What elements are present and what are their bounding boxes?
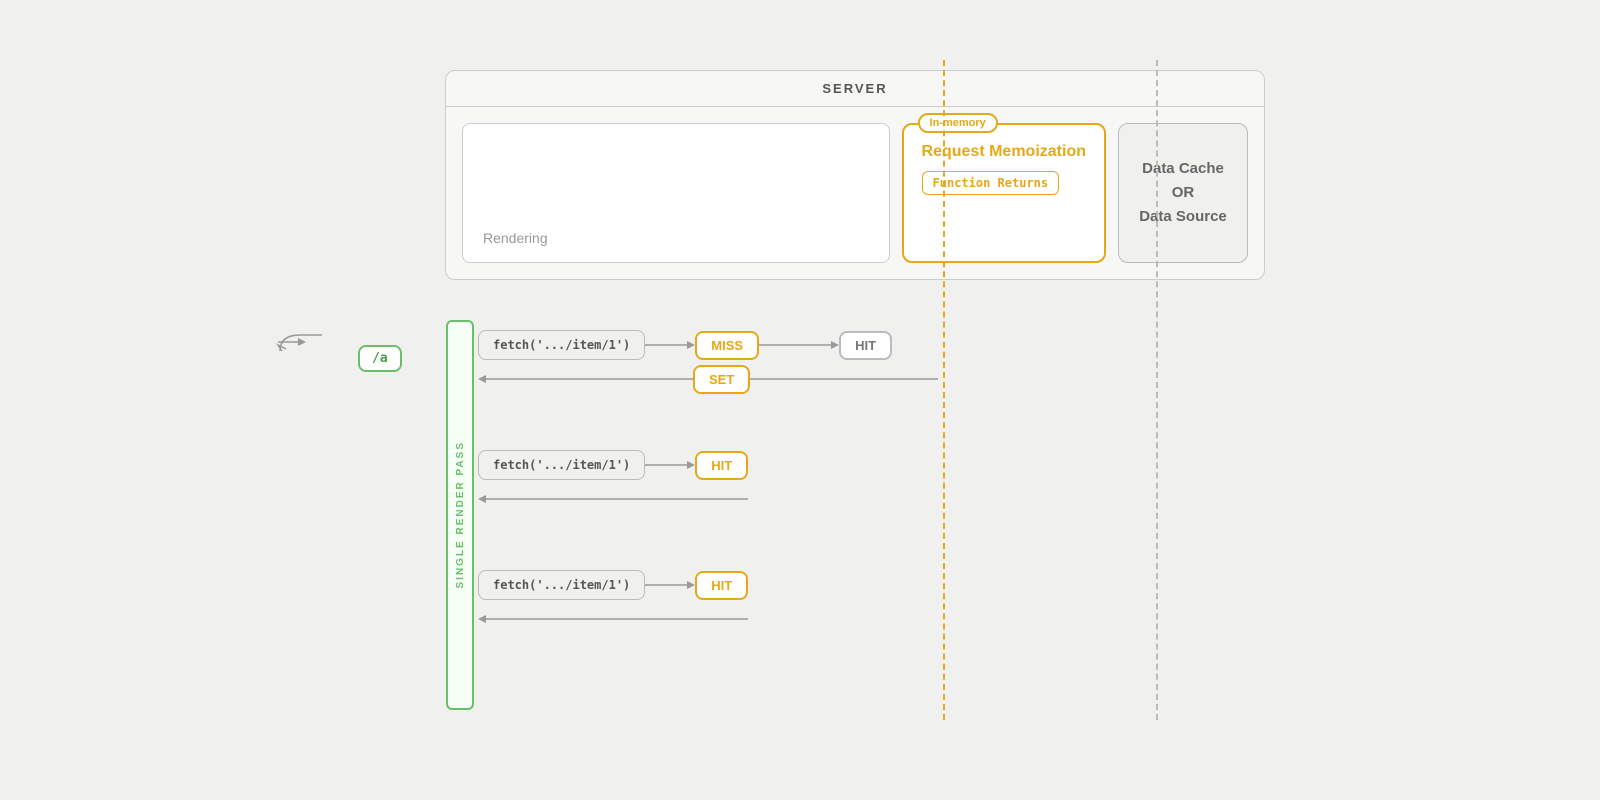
hit-badge-2: HIT (695, 451, 748, 480)
route-curve-arrow (270, 331, 330, 361)
return-row-2 (478, 492, 748, 506)
hit-badge-3: HIT (695, 571, 748, 600)
miss-badge: MISS (695, 331, 759, 360)
return-arrow-2 (478, 492, 748, 506)
return-arrow-3 (478, 612, 748, 626)
row-3: fetch('.../item/1') HIT (478, 570, 748, 600)
route-label: /a (358, 345, 402, 372)
memo-vertical-line (943, 60, 945, 720)
return-row-3 (478, 612, 748, 626)
row-1: fetch('.../item/1') MISS HIT (478, 330, 892, 360)
memoization-box: In-memory Request Memoization Function R… (902, 123, 1106, 263)
set-badge: SET (693, 365, 750, 394)
rendering-label: Rendering (483, 230, 869, 246)
set-row: SET (478, 372, 938, 386)
fetch-box-2: fetch('.../item/1') (478, 450, 645, 480)
in-memory-badge: In-memory (918, 113, 998, 133)
data-cache-box: Data CacheORData Source (1118, 123, 1248, 263)
hit-badge-1: HIT (839, 331, 892, 360)
arrow-fetch-to-hit2 (645, 458, 695, 472)
server-label: SERVER (446, 71, 1264, 107)
fetch-box-3: fetch('.../item/1') (478, 570, 645, 600)
rendering-box: Rendering (462, 123, 890, 263)
render-pass-label: SINGLE RENDER PASS (455, 441, 466, 589)
cache-vertical-line (1156, 60, 1158, 720)
fetch-box-1: fetch('.../item/1') (478, 330, 645, 360)
row-2: fetch('.../item/1') HIT (478, 450, 748, 480)
arrow-fetch-to-miss (645, 338, 695, 352)
server-box: SERVER Rendering In-memory Request Memoi… (445, 70, 1265, 280)
render-pass-bar: SINGLE RENDER PASS (446, 320, 474, 710)
arrow-miss-to-hit (759, 338, 839, 352)
memoization-title: Request Memoization (922, 143, 1086, 161)
data-cache-text: Data CacheORData Source (1139, 157, 1227, 229)
arrow-fetch-to-hit3 (645, 578, 695, 592)
